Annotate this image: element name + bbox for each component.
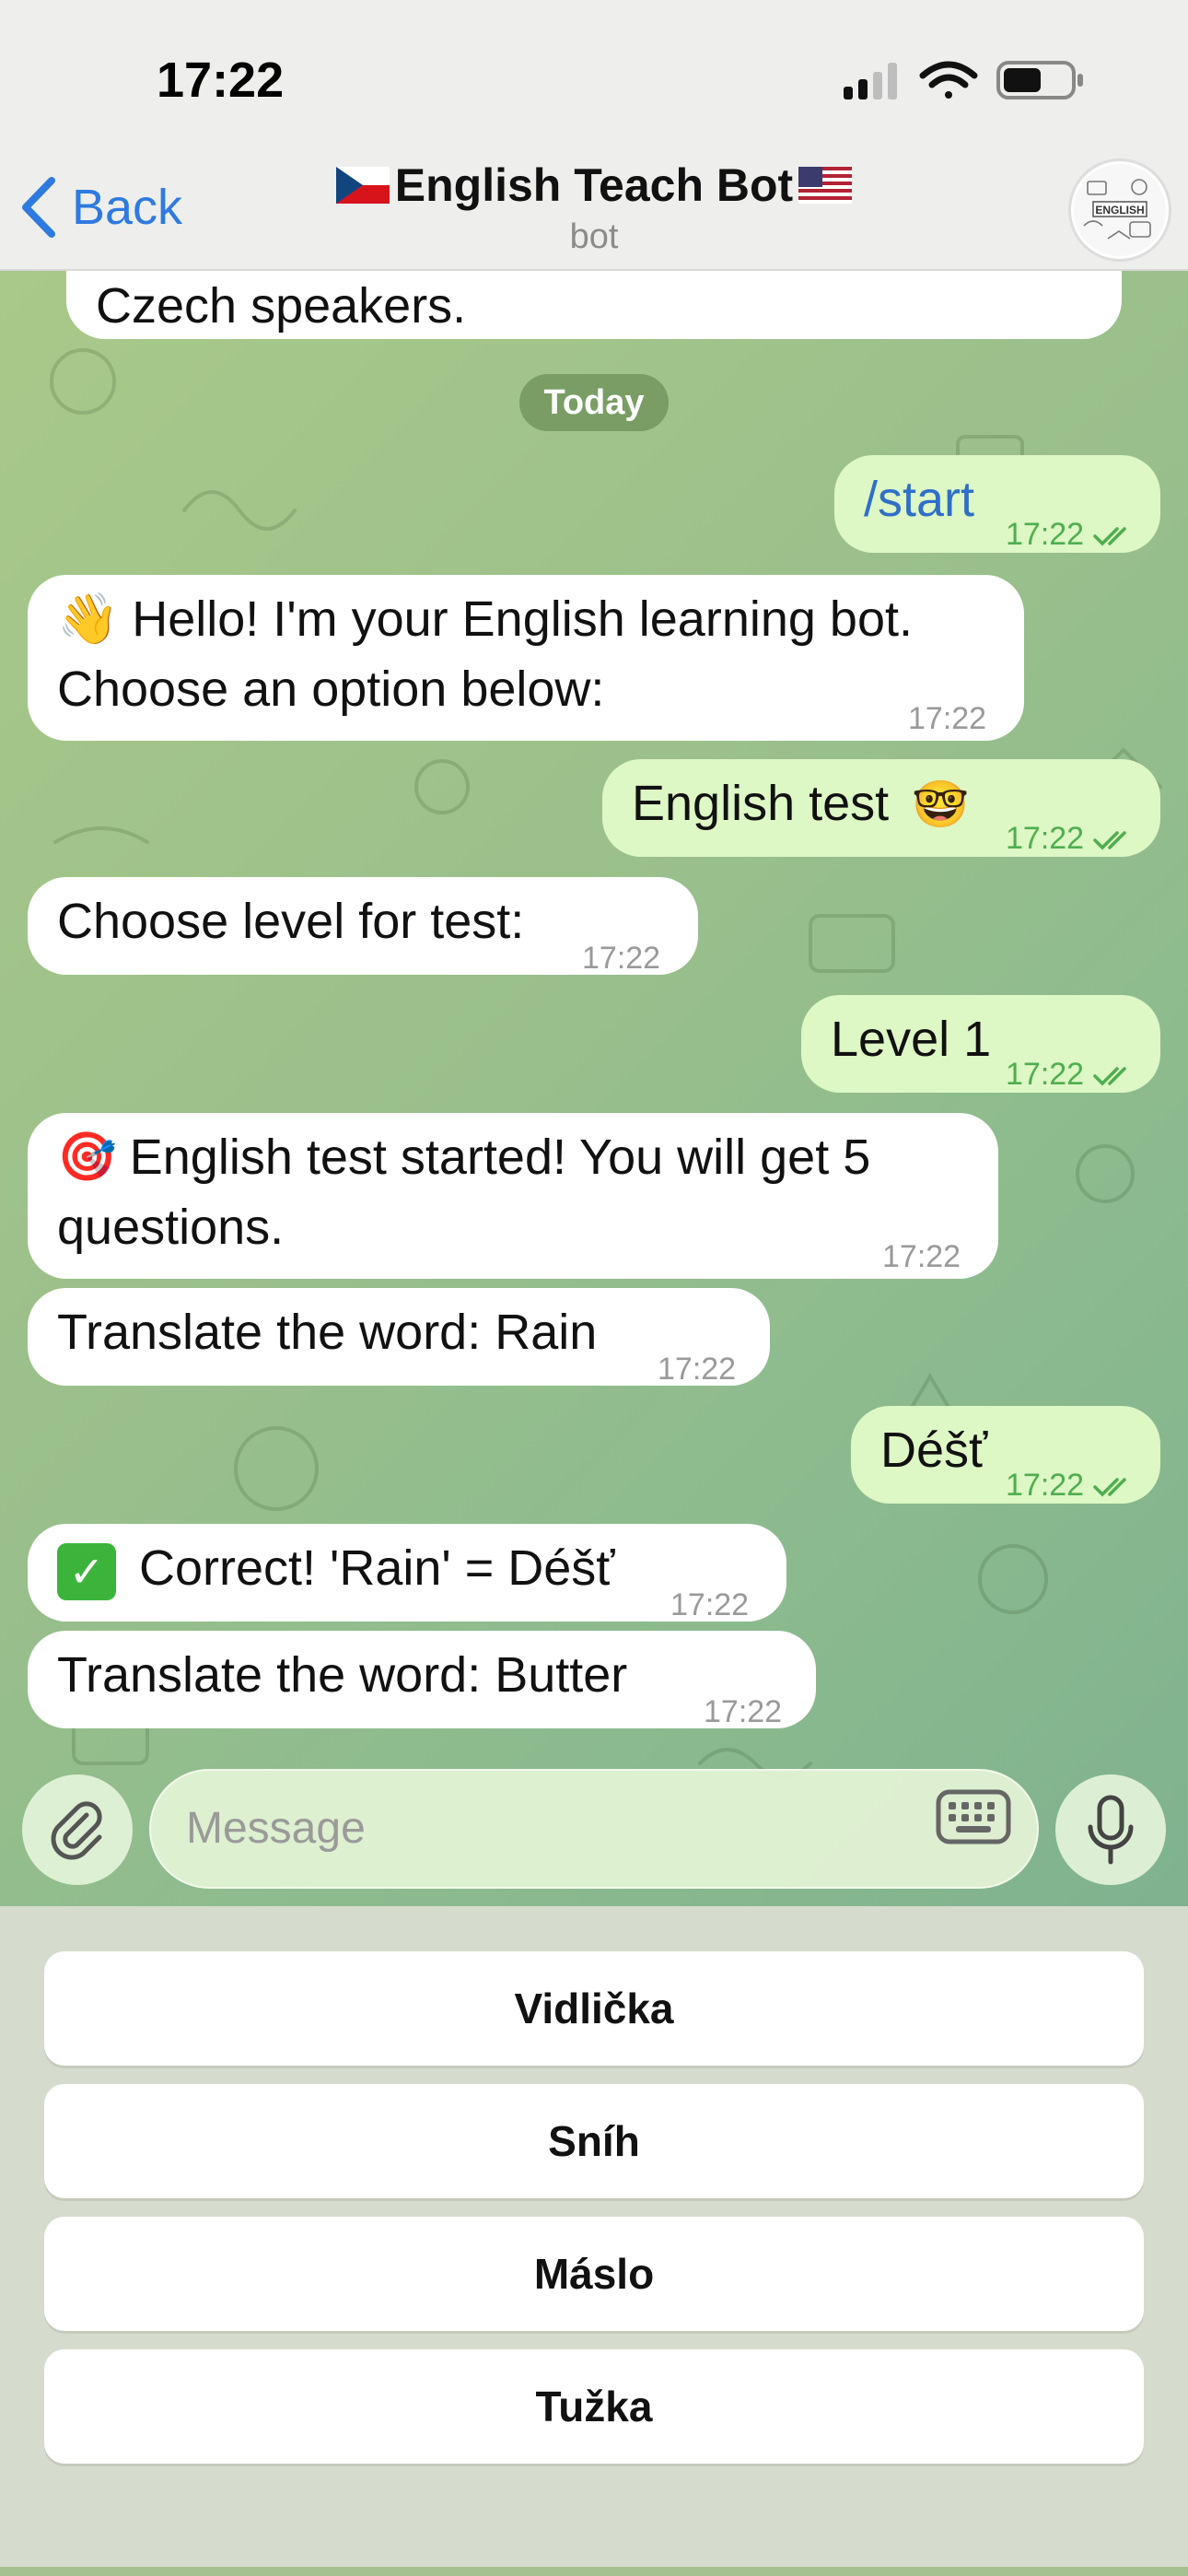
keyboard-option-button[interactable]: Sníh xyxy=(44,2084,1144,2198)
battery-icon xyxy=(996,61,1083,100)
message-text-line1: Hello! I'm your English learning bot. xyxy=(132,591,913,647)
message-time: 17:22 xyxy=(658,1352,737,1387)
chat-title: English Teach Bot xyxy=(276,158,912,212)
paperclip-icon xyxy=(51,1801,102,1860)
message-input[interactable]: Message xyxy=(149,1769,1039,1889)
keyboard-option-button[interactable]: Tužka xyxy=(44,2349,1144,2464)
cellular-signal-icon xyxy=(844,63,897,100)
message-incoming: Translate the word: Rain 17:22 xyxy=(28,1288,770,1387)
keyboard-option-button[interactable]: Máslo xyxy=(44,2217,1144,2331)
message-time: 17:22 xyxy=(908,701,987,736)
microphone-icon xyxy=(1088,1795,1134,1865)
wifi-icon xyxy=(919,61,978,99)
message-input-bar: Message xyxy=(0,1756,1188,1906)
message-placeholder: Message xyxy=(186,1804,366,1853)
status-icons xyxy=(844,61,1083,100)
message-time: 17:22 xyxy=(582,941,661,976)
read-checkmarks-icon xyxy=(1092,831,1126,850)
message-time: 17:22 xyxy=(670,1587,750,1622)
message-text-line2: questions. xyxy=(57,1200,285,1255)
chat-subtitle: bot xyxy=(569,217,619,256)
message-time: 17:22 xyxy=(882,1239,961,1274)
message-text-line1: English test started! You will get 5 xyxy=(129,1130,871,1185)
keyboard-option-button[interactable]: Vidlička xyxy=(44,1951,1144,2066)
date-separator: Today xyxy=(519,374,669,431)
waving-hand-icon: 👋 xyxy=(57,591,120,647)
read-checkmarks-icon xyxy=(1092,527,1126,546)
chat-title-area[interactable]: English Teach Bot bot xyxy=(276,158,912,257)
message-text: Choose level for test: xyxy=(57,894,525,949)
message-outgoing: Level 1 17:22 xyxy=(801,995,1160,1093)
message-text: Translate the word: Butter xyxy=(57,1647,628,1703)
message-incoming-partial: Czech speakers. xyxy=(66,271,1122,339)
chevron-left-icon xyxy=(22,177,55,238)
message-text: Correct! 'Rain' = Déšť xyxy=(139,1540,615,1596)
message-text: English test xyxy=(632,776,890,831)
message-incoming: 👋 Hello! I'm your English learning bot. … xyxy=(28,575,1024,741)
avatar-doodle-icon: ENGLISH xyxy=(1074,164,1166,256)
message-time: 17:22 xyxy=(1006,1468,1085,1503)
bot-avatar[interactable]: ENGLISH xyxy=(1068,158,1171,262)
message-text: Czech speakers. xyxy=(96,278,467,334)
chat-title-text: English Teach Bot xyxy=(394,159,794,211)
back-label: Back xyxy=(72,180,183,235)
nerd-face-icon: 🤓 xyxy=(912,779,970,830)
read-checkmarks-icon xyxy=(1092,1067,1126,1086)
message-text: Déšť xyxy=(880,1423,988,1478)
bottom-edge xyxy=(0,2567,1188,2576)
voice-message-button[interactable] xyxy=(1055,1774,1166,1885)
message-outgoing: Déšť 17:22 xyxy=(851,1406,1160,1504)
message-time: 17:22 xyxy=(1006,821,1085,856)
chat-area[interactable]: Czech speakers. Today /start 17:22 👋 Hel… xyxy=(0,271,1188,1906)
message-outgoing: /start 17:22 xyxy=(834,455,1160,553)
message-outgoing: English test 🤓 17:22 xyxy=(602,759,1160,857)
check-mark-button-icon: ✓ xyxy=(57,1542,116,1600)
svg-text:ENGLISH: ENGLISH xyxy=(1095,204,1144,217)
message-text: Level 1 xyxy=(831,1012,992,1067)
message-incoming: Choose level for test: 17:22 xyxy=(28,877,698,976)
top-bar: 17:22 Back English Teach Bot bot ENGLISH xyxy=(0,0,1188,271)
czech-flag-icon xyxy=(335,167,390,204)
message-text: Translate the word: Rain xyxy=(57,1305,598,1360)
message-time: 17:22 xyxy=(704,1694,783,1729)
us-flag-icon xyxy=(798,167,853,204)
read-checkmarks-icon xyxy=(1092,1478,1126,1497)
message-incoming: Translate the word: Butter 17:22 xyxy=(28,1631,816,1729)
attach-button[interactable] xyxy=(22,1774,133,1885)
back-button[interactable]: Back xyxy=(20,177,182,238)
message-incoming: ✓ Correct! 'Rain' = Déšť 17:22 xyxy=(28,1524,786,1622)
command-link[interactable]: /start xyxy=(864,472,974,527)
status-time: 17:22 xyxy=(157,53,285,108)
direct-hit-icon: 🎯 xyxy=(57,1130,117,1184)
message-time: 17:22 xyxy=(1006,1057,1085,1092)
message-incoming: 🎯 English test started! You will get 5 q… xyxy=(28,1113,998,1279)
reply-keyboard: Vidlička Sníh Máslo Tužka xyxy=(0,1906,1188,2576)
message-text-line2: Choose an option below: xyxy=(57,662,605,717)
keyboard-toggle-icon[interactable] xyxy=(936,1789,1011,1844)
message-time: 17:22 xyxy=(1006,517,1085,552)
